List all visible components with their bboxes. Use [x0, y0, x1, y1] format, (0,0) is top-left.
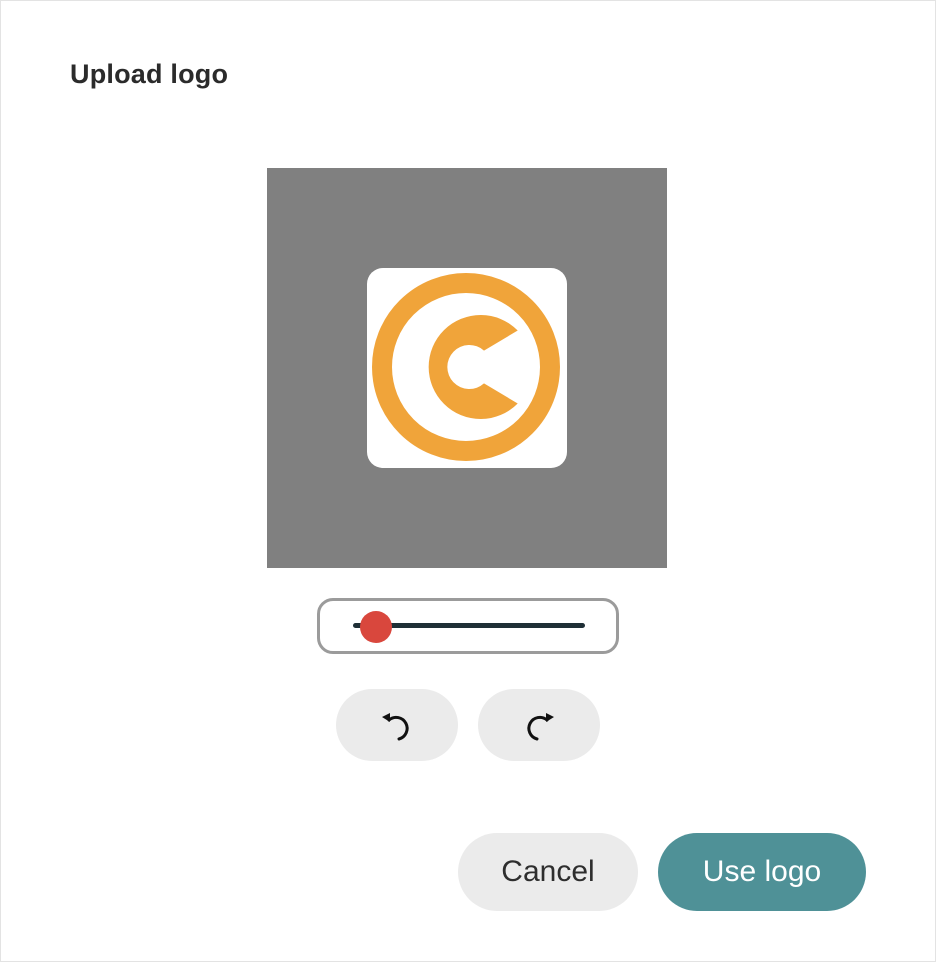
rotate-left-icon	[382, 713, 409, 741]
crop-area[interactable]	[267, 168, 667, 568]
logo-preview	[367, 268, 567, 468]
zoom-thumb[interactable]	[360, 611, 393, 643]
zoom-slider[interactable]	[317, 598, 619, 654]
dialog-title: Upload logo	[70, 59, 229, 89]
rotate-left-button[interactable]	[336, 689, 458, 761]
cancel-button[interactable]: Cancel	[458, 833, 638, 911]
rotate-right-icon	[527, 713, 554, 741]
copyright-icon	[372, 273, 560, 461]
upload-logo-dialog: Upload logo Cancel Use logo	[0, 0, 936, 962]
rotate-right-button[interactable]	[478, 689, 600, 761]
use-logo-button[interactable]: Use logo	[658, 833, 866, 911]
